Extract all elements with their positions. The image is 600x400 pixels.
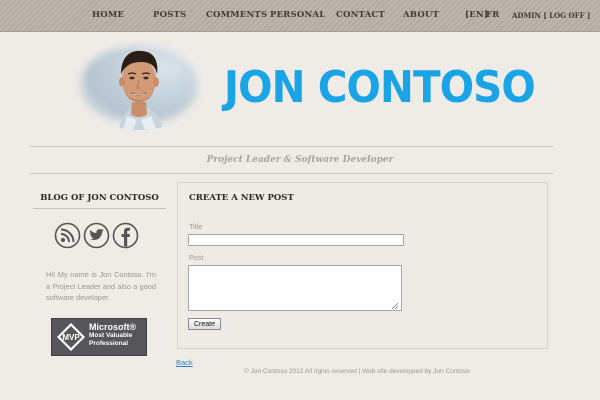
- lang-en-link[interactable]: [EN]: [465, 10, 488, 20]
- mvp-logo-text: MVP: [62, 333, 80, 342]
- nav-home[interactable]: HOME: [92, 10, 124, 20]
- top-nav-bar: HOME POSTS COMMENTS PERSONAL CONTACT ABO…: [0, 0, 600, 32]
- nav-personal[interactable]: PERSONAL: [270, 10, 325, 20]
- mvp-text: Microsoft® Most Valuable Professional: [89, 323, 136, 349]
- admin-area: ADMIN [ LOG OFF ]: [512, 11, 590, 20]
- title-label: Title: [189, 222, 203, 231]
- post-textarea[interactable]: [188, 265, 402, 311]
- nav-about[interactable]: ABOUT: [403, 10, 439, 20]
- back-link[interactable]: Back: [176, 358, 193, 367]
- mvp-line1: Most Valuable: [89, 331, 133, 339]
- resize-handle-icon[interactable]: [392, 303, 398, 309]
- mvp-line2: Professional: [89, 340, 129, 347]
- site-title: JON CONTOSO: [224, 62, 536, 113]
- mvp-badge: MVP Microsoft® Most Valuable Professiona…: [51, 318, 147, 356]
- lang-fr-link[interactable]: FR: [486, 10, 500, 20]
- sidebar-bio: Hi! My name is Jon Contoso. I'm a Projec…: [46, 270, 156, 302]
- sidebar-divider: [33, 208, 166, 209]
- nav-contact[interactable]: CONTACT: [336, 10, 385, 20]
- create-post-panel: CREATE A NEW POST Title Post Create: [177, 182, 548, 349]
- header-divider-top: [30, 146, 553, 147]
- logoff-link[interactable]: [ LOG OFF ]: [543, 11, 590, 20]
- facebook-icon[interactable]: [112, 222, 139, 249]
- twitter-icon[interactable]: [83, 222, 110, 249]
- nav-posts[interactable]: POSTS: [153, 10, 186, 20]
- title-input[interactable]: [188, 234, 404, 246]
- mvp-brand: Microsoft®: [89, 322, 137, 332]
- footer-text: © Jon Contoso 2012 All rights reserved |…: [244, 368, 470, 375]
- create-post-heading: CREATE A NEW POST: [189, 193, 294, 203]
- sidebar-title: BLOG OF JON CONTOSO: [40, 193, 159, 203]
- create-button[interactable]: Create: [188, 318, 221, 330]
- nav-comments[interactable]: COMMENTS: [206, 10, 267, 20]
- rss-icon[interactable]: [54, 222, 81, 249]
- tagline: Project Leader & Software Developer: [206, 155, 394, 165]
- avatar: [75, 40, 203, 130]
- header-divider-bottom: [30, 173, 553, 174]
- mvp-logo-icon: MVP: [57, 323, 85, 351]
- admin-link[interactable]: ADMIN: [512, 11, 541, 20]
- post-label: Post: [189, 253, 204, 262]
